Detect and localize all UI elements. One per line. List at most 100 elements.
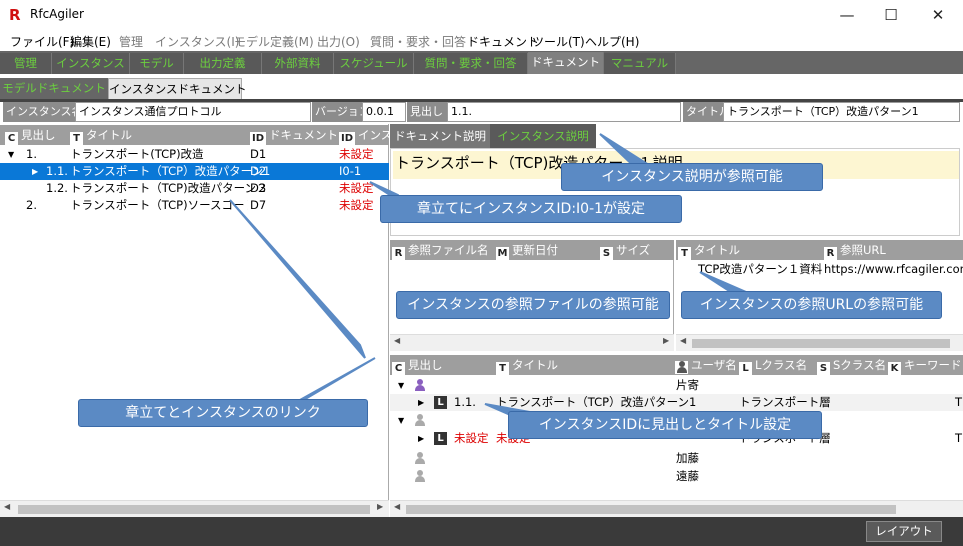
minimize-button[interactable]: — — [824, 0, 870, 30]
tab-external[interactable]: 外部資料 — [262, 53, 334, 74]
menu-bar: ファイル(F) 編集(E) 管理 インスタンス(I) モデル定義(M) 出力(O… — [0, 31, 963, 51]
menu-output[interactable]: 出力(O) — [317, 33, 360, 50]
info-bar: インスタンス名 インスタンス通信プロトコル バージョン 0.0.1 見出し 1.… — [0, 102, 963, 122]
table-row[interactable]: 遠藤 — [390, 468, 963, 485]
col-ref-filename[interactable]: R 参照ファイル名 — [392, 240, 492, 260]
table-row[interactable]: 1.2. トランスポート（TCP)改造パターン２ D3 未設定 — [0, 180, 389, 197]
col-heading[interactable]: C 見出し — [392, 355, 492, 375]
layout-button[interactable]: レイアウト — [866, 521, 942, 542]
tab-schedule[interactable]: スケジュール — [334, 53, 414, 74]
callout-chapter-link: 章立てとインスタンスのリンク — [78, 399, 368, 427]
menu-help[interactable]: ヘルプ(H) — [585, 33, 639, 50]
s-icon: S — [817, 362, 830, 375]
col-size[interactable]: S サイズ — [600, 240, 674, 260]
tab-document[interactable]: ドキュメント — [528, 52, 604, 74]
scroll-thumb[interactable] — [406, 505, 896, 514]
collapse-icon[interactable]: ▼ — [398, 412, 404, 429]
title-field[interactable]: トランスポート（TCP）改造パターン1 — [723, 102, 960, 122]
scroll-left-icon[interactable]: ◀ — [4, 502, 10, 511]
scroll-left-icon[interactable]: ◀ — [680, 336, 686, 345]
menu-questions[interactable]: 質問・要求・回答 — [370, 33, 466, 50]
horizontal-scrollbar[interactable]: ◀ — [390, 500, 963, 517]
col-heading-label: 見出し — [408, 358, 443, 372]
expand-icon[interactable]: ▶ — [32, 163, 38, 180]
col-user[interactable]: ユーザ名 — [675, 355, 739, 375]
table-row[interactable]: 加藤 — [390, 450, 963, 467]
col-lclass[interactable]: L Lクラス名 — [739, 355, 815, 375]
row-title: トランスポート（TCP）改造パターン1 — [496, 395, 697, 409]
col-title[interactable]: T タイトル — [70, 125, 248, 145]
tab-instance-document[interactable]: インスタンスドキュメント — [108, 78, 247, 100]
horizontal-scrollbar[interactable]: ◀ — [676, 334, 963, 351]
tab-manual[interactable]: マニュアル — [604, 53, 676, 74]
expand-icon[interactable]: ▶ — [418, 394, 424, 411]
tab-model-document[interactable]: モデルドキュメント — [0, 78, 108, 100]
row-title: トランスポート（TCP）改造パターン1 — [70, 164, 271, 178]
col-title[interactable]: T タイトル — [496, 355, 666, 375]
menu-model[interactable]: モデル定義(M) — [234, 33, 314, 50]
table-row[interactable]: 2. トランスポート（TCP)ソースコード内容 D7 未設定 — [0, 197, 389, 214]
table-row[interactable]: ▼ 片寄 — [390, 377, 963, 394]
col-sclass-label: Sクラス名 — [833, 358, 887, 372]
version-field[interactable]: 0.0.1 — [362, 102, 406, 122]
table-row[interactable]: ▶ L 1.1. トランスポート（TCP）改造パターン1 トランスポート層 T — [390, 394, 963, 411]
tab-output-def[interactable]: 出力定義 — [184, 53, 262, 74]
col-heading-label: 見出し — [21, 128, 56, 142]
tab-questions[interactable]: 質問・要求・回答 — [414, 53, 528, 74]
col-heading[interactable]: C 見出し — [5, 125, 69, 145]
col-docid[interactable]: IDドキュメントID — [250, 125, 336, 145]
table-row[interactable]: ▼ 1. トランスポート(TCP)改造 D1 未設定 — [0, 146, 389, 163]
scroll-thumb[interactable] — [692, 339, 950, 348]
menu-file[interactable]: ファイル(F) — [10, 33, 74, 50]
app-title: RfcAgiler — [30, 7, 84, 21]
col-url-title[interactable]: T タイトル — [678, 240, 818, 260]
collapse-icon[interactable]: ▼ — [398, 377, 404, 394]
menu-admin[interactable]: 管理 — [119, 33, 143, 50]
col-lclass-label: Lクラス名 — [755, 358, 808, 372]
menu-instance[interactable]: インスタンス(I) — [155, 33, 239, 50]
col-updated[interactable]: M 更新日付 — [496, 240, 596, 260]
col-keyword[interactable]: K キーワード — [888, 355, 963, 375]
sub-tab-bar: モデルドキュメント インスタンスドキュメント — [0, 75, 963, 100]
row-instance-id: 未設定 — [339, 198, 374, 212]
col-instance[interactable]: IDインスタ — [339, 125, 389, 145]
scroll-left-icon[interactable]: ◀ — [394, 336, 400, 345]
row-url[interactable]: https://www.rfcagiler.com — [824, 261, 963, 278]
person-icon — [414, 414, 426, 426]
user-icon — [414, 450, 426, 467]
horizontal-scrollbar[interactable]: ◀ ▶ — [390, 334, 674, 351]
collapse-icon[interactable]: ▼ — [8, 146, 14, 163]
tab-admin[interactable]: 管理 — [0, 53, 52, 74]
close-button[interactable]: ✕ — [915, 0, 961, 30]
heading-field[interactable]: 1.1. — [447, 102, 681, 122]
tab-document-description[interactable]: ドキュメント説明 — [390, 124, 490, 148]
expand-icon[interactable]: ▶ — [418, 430, 424, 447]
maximize-button[interactable]: ☐ — [868, 0, 914, 30]
tab-instance-description[interactable]: インスタンス説明 — [490, 124, 596, 148]
scroll-right-icon[interactable]: ▶ — [377, 502, 383, 511]
menu-edit[interactable]: 編集(E) — [70, 33, 111, 50]
horizontal-scrollbar[interactable]: ◀ ▶ — [0, 500, 389, 517]
chapter-tree-panel: C見出し Tタイトル IDドキュメントID IDインスタ ▼ 1. トランスポー… — [0, 124, 389, 517]
row-heading: 1. — [26, 147, 37, 161]
tab-model[interactable]: モデル — [130, 53, 184, 74]
col-keyword-label: キーワード — [904, 358, 962, 372]
scroll-right-icon[interactable]: ▶ — [663, 336, 669, 345]
tab-instance[interactable]: インスタンス — [52, 53, 130, 74]
col-url[interactable]: R 参照URL — [824, 240, 963, 260]
t-icon: T — [70, 132, 83, 145]
table-row-selected[interactable]: ▶ 1.1. トランスポート（TCP）改造パターン1 D2 I0-1 — [0, 163, 389, 180]
r-icon: R — [824, 247, 837, 260]
s-icon: S — [600, 247, 613, 260]
scroll-thumb[interactable] — [18, 505, 370, 514]
scroll-left-icon[interactable]: ◀ — [394, 502, 400, 511]
menu-document[interactable]: ドキュメント — [467, 33, 539, 50]
row-keyword: T — [955, 395, 963, 409]
status-bar — [0, 517, 963, 546]
menu-tools[interactable]: ツール(T) — [532, 33, 585, 50]
table-row[interactable]: TCP改造パターン１資料 https://www.rfcagiler.com — [676, 261, 963, 278]
callout-ref-file: インスタンスの参照ファイルの参照可能 — [396, 291, 670, 319]
instance-name-field[interactable]: インスタンス通信プロトコル — [75, 102, 311, 122]
col-sclass[interactable]: S Sクラス名 — [817, 355, 887, 375]
row-lclass: トランスポート層 — [739, 395, 831, 409]
